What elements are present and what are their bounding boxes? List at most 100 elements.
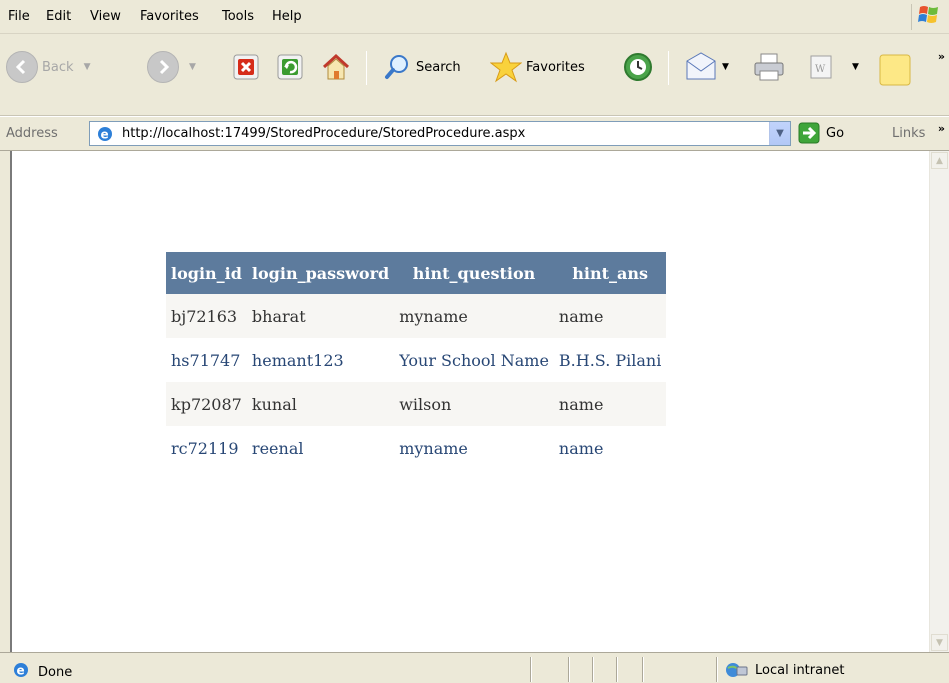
back-dropdown-icon[interactable]: ▼ [84, 62, 91, 72]
cell-login-password: bharat [246, 294, 395, 338]
header-hint-question: hint_question [394, 252, 554, 294]
svg-text:W: W [815, 64, 826, 75]
favorites-label: Favorites [526, 59, 585, 75]
forward-dropdown-icon[interactable]: ▼ [189, 62, 196, 72]
windows-logo-icon [911, 4, 939, 30]
toolbar-separator [366, 51, 367, 85]
security-zone[interactable]: Local intranet [725, 661, 844, 679]
table-row: rc72119 reenal myname name [166, 426, 667, 470]
stop-button[interactable] [232, 53, 260, 81]
menu-view[interactable]: View [90, 9, 121, 24]
links-overflow-icon[interactable]: » [938, 122, 945, 135]
intranet-globe-icon [726, 663, 748, 677]
menu-file[interactable]: File [8, 9, 30, 24]
status-text: Done [38, 665, 73, 680]
cell-login-password: kunal [246, 382, 395, 426]
cell-hint-question: myname [394, 294, 554, 338]
history-button[interactable] [622, 51, 654, 83]
stop-icon [233, 54, 259, 80]
page-content: login_id login_password hint_question hi… [10, 151, 929, 652]
ie-page-icon: e [14, 663, 28, 678]
search-button[interactable]: Search [384, 53, 461, 81]
word-edit-icon: W [810, 55, 832, 79]
svg-text:e: e [17, 664, 25, 678]
toolbar-overflow-icon[interactable]: » [938, 50, 945, 63]
edit-dropdown-icon[interactable]: ▼ [852, 62, 859, 72]
toolbar-separator [668, 51, 669, 85]
header-login-id: login_id [166, 252, 247, 294]
scroll-up-icon[interactable]: ▲ [931, 152, 948, 169]
zone-label: Local intranet [755, 662, 845, 678]
status-panel [716, 657, 718, 682]
ie-page-icon: e [98, 127, 112, 142]
cell-login-password: hemant123 [246, 338, 395, 382]
table-row: hs71747 hemant123 Your School Name B.H.S… [166, 338, 667, 382]
mail-button[interactable]: ▼ [684, 51, 729, 83]
go-button[interactable]: Go [798, 122, 844, 144]
cell-login-id: hs71747 [166, 338, 247, 382]
go-label: Go [826, 125, 845, 141]
address-dropdown-button[interactable]: ▼ [769, 122, 790, 145]
edit-button[interactable]: W ▼ [808, 53, 859, 81]
header-hint-ans: hint_ans [553, 252, 667, 294]
cell-login-id: bj72163 [166, 294, 247, 338]
star-icon [490, 51, 522, 83]
go-arrow-icon [798, 122, 820, 144]
vertical-scrollbar[interactable]: ▲ ▼ [929, 151, 949, 652]
forward-button[interactable]: ▼ [147, 51, 196, 83]
cell-hint-ans: B.H.S. Pilani [553, 338, 667, 382]
table-row: bj72163 bharat myname name [166, 294, 667, 338]
address-bar: Address e http://localhost:17499/StoredP… [0, 116, 949, 151]
status-panel [568, 657, 570, 682]
status-panel [592, 657, 594, 682]
table-row: kp72087 kunal wilson name [166, 382, 667, 426]
favorites-button[interactable]: Favorites [490, 51, 585, 83]
forward-arrow-icon [147, 51, 179, 83]
menu-help[interactable]: Help [272, 9, 302, 24]
magnifier-icon [385, 55, 408, 79]
cell-hint-ans: name [553, 426, 667, 470]
messenger-button[interactable] [878, 53, 912, 87]
status-panel [616, 657, 618, 682]
header-login-password: login_password [246, 252, 395, 294]
cell-login-password: reenal [246, 426, 395, 470]
cell-hint-question: myname [394, 426, 554, 470]
address-url: http://localhost:17499/StoredProcedure/S… [122, 126, 526, 141]
home-button[interactable] [320, 51, 352, 83]
menu-bar: File Edit View Favorites Tools Help [0, 0, 949, 34]
cell-hint-question: Your School Name [394, 338, 554, 382]
history-clock-icon [624, 53, 652, 81]
menu-edit[interactable]: Edit [46, 9, 71, 24]
status-bar: e Done Local intranet [0, 652, 949, 683]
table-header-row: login_id login_password hint_question hi… [166, 252, 667, 294]
links-button[interactable]: Links [892, 126, 925, 141]
chevron-down-icon: ▼ [776, 128, 784, 139]
address-label: Address [6, 126, 58, 141]
mail-dropdown-icon[interactable]: ▼ [722, 62, 729, 72]
cell-hint-ans: name [553, 294, 667, 338]
svg-text:e: e [101, 128, 109, 142]
cell-login-id: rc72119 [166, 426, 247, 470]
cell-login-id: kp72087 [166, 382, 247, 426]
printer-icon [754, 53, 784, 81]
envelope-icon [686, 52, 716, 80]
results-table: login_id login_password hint_question hi… [166, 252, 667, 470]
search-label: Search [416, 59, 461, 75]
address-input[interactable]: e http://localhost:17499/StoredProcedure… [89, 121, 791, 146]
status-panel [530, 657, 532, 682]
print-button[interactable] [752, 51, 786, 83]
back-button[interactable]: Back ▼ [6, 51, 90, 83]
menu-tools[interactable]: Tools [222, 9, 254, 24]
home-icon [322, 53, 350, 80]
cell-hint-ans: name [553, 382, 667, 426]
scroll-down-icon[interactable]: ▼ [931, 634, 948, 651]
refresh-button[interactable] [276, 53, 304, 81]
note-icon [879, 54, 911, 86]
back-label: Back [42, 59, 74, 75]
back-arrow-icon [6, 51, 38, 83]
status-panel [642, 657, 644, 682]
menu-favorites[interactable]: Favorites [140, 9, 199, 24]
refresh-icon [277, 54, 303, 80]
cell-hint-question: wilson [394, 382, 554, 426]
toolbar: Back ▼ ▼ Search Favorites ▼ W ▼ » [0, 34, 949, 116]
